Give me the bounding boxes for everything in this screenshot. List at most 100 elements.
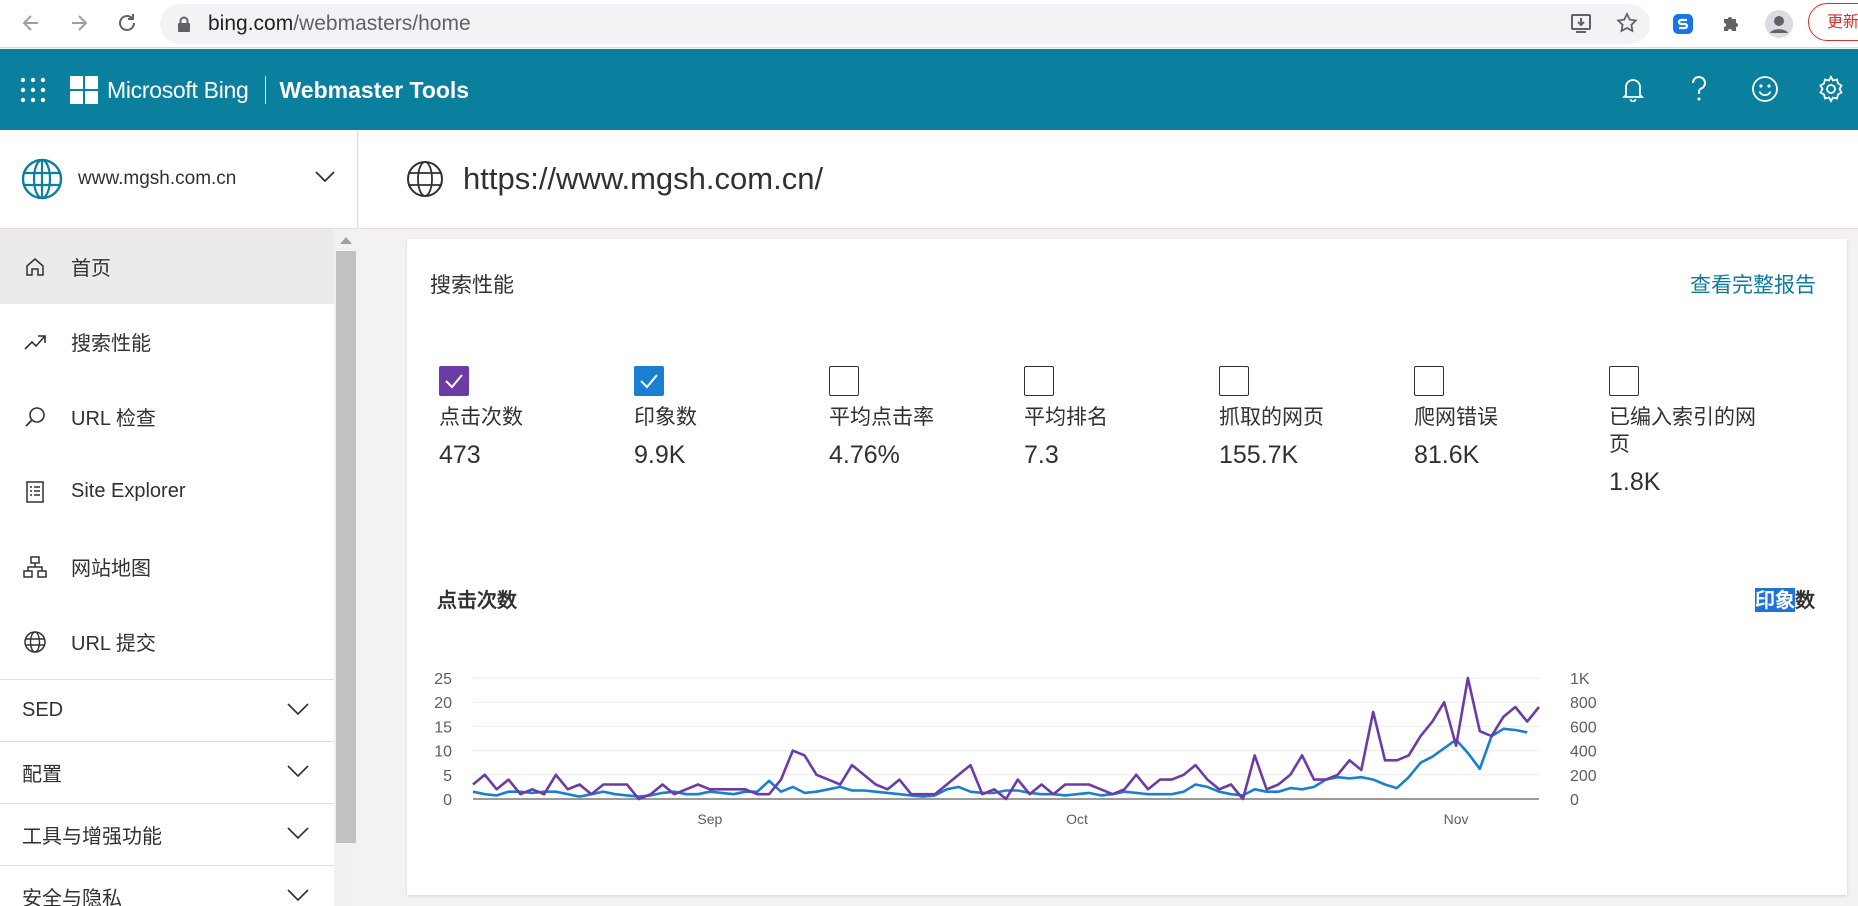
scrollbar-thumb[interactable] [336,251,356,843]
main-content: https://www.mgsh.com.cn/ 搜索性能 查看完整报告 点击次… [359,130,1858,906]
sidebar-item-url-submission[interactable]: URL 提交 [0,604,334,679]
sidebar-scrollbar[interactable] [334,229,358,906]
metric-impressions: 印象数 9.9K [634,366,804,470]
metric-avg-ctr: 平均点击率 4.76% [829,366,999,470]
scroll-up-arrow-icon[interactable] [340,237,352,244]
sidebar-group-label: 工具与增强功能 [22,826,162,848]
brand-name: Microsoft Bing [107,76,249,103]
right-axis-tick-label: 0 [1570,792,1579,809]
checkbox-avg-ctr[interactable] [829,366,859,396]
chart-right-axis-title: 印象数 [1755,584,1815,613]
sidebar-item-site-explorer[interactable]: Site Explorer [0,454,334,529]
right-axis-tick-label: 200 [1570,768,1597,785]
metric-pages-crawled: 抓取的网页 155.7K [1219,366,1389,470]
sidebar-nav: 首页 搜索性能 URL 检查 Site Explorer 网站地图 URL 提交… [0,229,334,906]
chevron-down-icon[interactable] [314,170,336,184]
right-axis-tick-label: 800 [1570,695,1597,712]
performance-chart: 25 20 15 10 5 0 1K 800 600 400 200 0 Sep Oct Nov [434,671,1597,827]
puzzle-icon[interactable] [1716,9,1746,39]
sidebar-group-sed[interactable]: SED [0,679,334,741]
app-launcher-icon[interactable] [20,77,46,103]
checkbox-pages-crawled[interactable] [1219,366,1249,396]
back-button[interactable] [16,8,46,38]
site-url: https://www.mgsh.com.cn/ [463,161,824,196]
sidebar-group-label: SED [22,699,64,721]
left-axis-tick-label: 25 [434,671,452,688]
right-axis-tick-label: 400 [1570,744,1597,761]
forward-button[interactable] [64,8,94,38]
star-icon[interactable] [1616,11,1638,38]
arrow-right-icon [72,15,88,31]
sidebar-item-url-inspection[interactable]: URL 检查 [0,379,334,454]
chevron-down-icon [287,827,309,840]
brand[interactable]: Microsoft Bing Webmaster Tools [70,76,469,104]
install-icon[interactable] [1570,12,1592,38]
metric-clicks: 点击次数 473 [439,366,609,470]
lock-icon [176,16,192,32]
home-icon [21,253,49,281]
sidebar-group-config[interactable]: 配置 [0,741,334,803]
sidebar-item-label: 搜索性能 [71,333,151,355]
sidebar-item-label: 首页 [71,258,111,280]
sidebar-group-label: 配置 [22,764,62,786]
address-bar[interactable]: bing.com/webmasters/home [160,4,1650,44]
metric-label: 点击次数 [439,406,523,429]
x-axis-tick-label: Sep [697,811,722,827]
left-axis-tick-label: 0 [443,792,452,809]
settings-gear-icon[interactable] [1816,73,1846,105]
help-icon[interactable] [1684,73,1714,105]
reload-button[interactable] [112,8,142,38]
metric-label: 抓取的网页 [1219,406,1324,429]
checkbox-indexed-pages[interactable] [1609,366,1639,396]
chart-right-axis-title-rest: 数 [1795,588,1815,612]
extension-s-icon[interactable] [1668,9,1698,39]
site-selector[interactable]: www.mgsh.com.cn [0,130,358,229]
site-name: www.mgsh.com.cn [78,168,237,189]
metric-label: 爬网错误 [1414,406,1498,429]
metric-label: 平均点击率 [829,406,934,429]
metric-crawl-errors: 爬网错误 81.6K [1414,366,1584,470]
metric-value: 1.8K [1609,468,1661,496]
trending-icon [21,328,49,356]
sidebar-item-sitemaps[interactable]: 网站地图 [0,529,334,604]
x-axis-tick-label: Oct [1066,811,1088,827]
globe-icon [21,628,49,656]
checkbox-avg-position[interactable] [1024,366,1054,396]
update-button[interactable]: 更新 [1808,3,1858,41]
browser-toolbar: bing.com/webmasters/home 更新 [0,0,1858,48]
checkbox-clicks[interactable] [439,366,469,396]
sidebar-item-label: Site Explorer [71,480,186,502]
chevron-down-icon [287,889,309,902]
arrow-left-icon [22,15,38,31]
sidebar-item-search-performance[interactable]: 搜索性能 [0,304,334,379]
impressions-series-line [472,727,1528,798]
sidebar-group-label: 安全与隐私 [22,888,122,906]
checkbox-impressions[interactable] [634,366,664,396]
left-axis-tick-label: 5 [443,768,452,785]
view-full-report-link[interactable]: 查看完整报告 [1690,269,1816,299]
sidebar-group-security[interactable]: 安全与隐私 [0,865,334,906]
chart-right-axis-title-highlight: 印象 [1755,588,1795,612]
globe-icon [407,161,443,197]
sitemap-icon [21,553,49,581]
chevron-down-icon [287,703,309,716]
metric-value: 155.7K [1219,441,1299,469]
profile-icon[interactable] [1764,9,1794,39]
site-url-header: https://www.mgsh.com.cn/ [359,130,1858,229]
sidebar-item-home[interactable]: 首页 [0,229,334,304]
left-axis-tick-label: 15 [434,719,452,736]
globe-icon [21,158,63,200]
search-performance-card: 搜索性能 查看完整报告 点击次数 473 印象数 9.9K 平均点击率 4.76… [407,239,1847,895]
checkbox-crawl-errors[interactable] [1414,366,1444,396]
notification-bell-icon[interactable] [1618,73,1648,105]
metric-label: 印象数 [634,406,697,429]
metric-label: 已编入索引的网页 [1609,406,1756,456]
x-axis-tick-label: Nov [1444,811,1469,827]
sidebar-group-tools[interactable]: 工具与增强功能 [0,803,334,865]
feedback-smiley-icon[interactable] [1750,73,1780,105]
metric-avg-position: 平均排名 7.3 [1024,366,1194,470]
left-axis-tick-label: 20 [434,695,452,712]
right-axis-tick-label: 1K [1570,671,1590,688]
metric-value: 9.9K [634,441,686,469]
metric-value: 4.76% [829,441,900,469]
